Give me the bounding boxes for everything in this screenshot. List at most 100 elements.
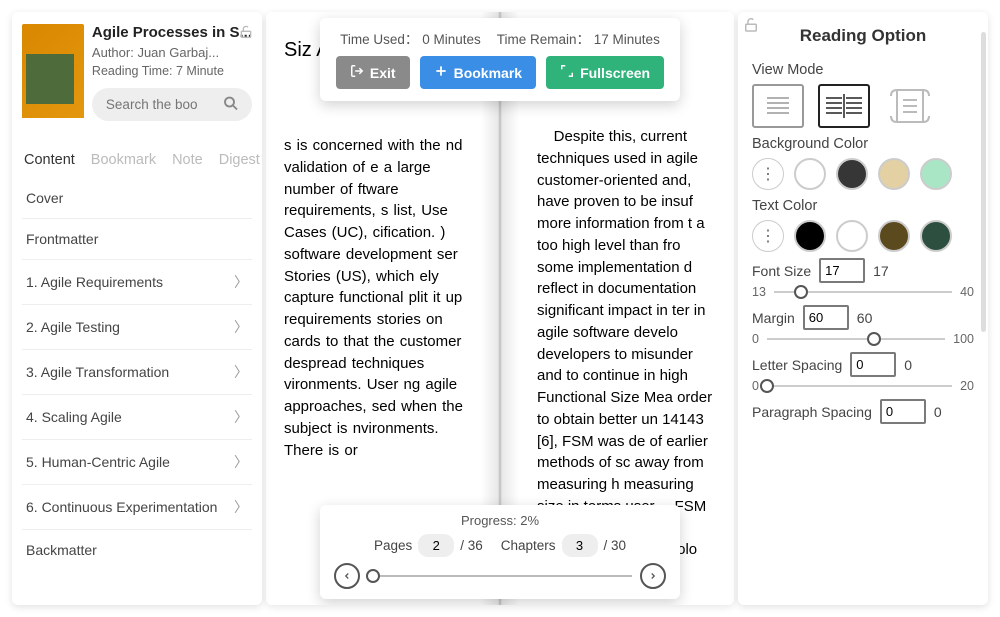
book-cover[interactable]: [22, 24, 84, 136]
unlock-icon[interactable]: [238, 24, 254, 45]
bookmark-button[interactable]: Bookmark: [420, 56, 536, 89]
chevron-right-icon: 〉: [234, 452, 248, 472]
font-size-row: Font Size 17: [752, 258, 974, 283]
exit-icon: [350, 64, 364, 81]
slider-thumb[interactable]: [794, 285, 808, 299]
toc-item[interactable]: Frontmatter: [22, 219, 252, 260]
toc-item[interactable]: 2. Agile Testing〉: [22, 305, 252, 350]
page-input[interactable]: [418, 534, 454, 557]
view-mode-double[interactable]: [818, 84, 870, 128]
app-root: Agile Processes in S... Author: Juan Gar…: [0, 0, 1000, 617]
prev-page-button[interactable]: [334, 563, 360, 589]
pages-total: / 36: [460, 538, 483, 553]
tab-digest[interactable]: Digest: [219, 152, 260, 168]
toc-label: 4. Scaling Agile: [26, 409, 122, 425]
time-used-label: Time Used：: [340, 32, 418, 47]
search-icon[interactable]: [222, 94, 240, 115]
bg-swatch-dark[interactable]: [836, 158, 868, 190]
toc-item[interactable]: Cover: [22, 178, 252, 219]
toc-item[interactable]: 1. Agile Requirements 〉: [22, 260, 252, 305]
toc-label: 1. Agile Requirements: [26, 274, 163, 290]
font-size-min: 13: [752, 285, 766, 299]
slider-thumb[interactable]: [867, 332, 881, 346]
toc-item[interactable]: Backmatter: [22, 530, 252, 570]
fullscreen-button[interactable]: Fullscreen: [546, 56, 664, 89]
toc-item[interactable]: 4. Scaling Agile 〉: [22, 395, 252, 440]
bg-swatch-mint[interactable]: [920, 158, 952, 190]
view-mode-row: [752, 84, 974, 128]
slider-thumb[interactable]: [366, 569, 380, 583]
bg-swatch-white[interactable]: [794, 158, 826, 190]
text-swatch-black[interactable]: [794, 220, 826, 252]
slider-thumb[interactable]: [760, 379, 774, 393]
font-size-slider[interactable]: [774, 291, 952, 293]
bg-color-label: Background Color: [752, 136, 974, 152]
letter-spacing-label: Letter Spacing: [752, 357, 842, 373]
scrollbar[interactable]: [981, 32, 986, 332]
view-mode-single[interactable]: [752, 84, 804, 128]
toc-item[interactable]: 5. Human-Centric Agile 〉: [22, 440, 252, 485]
margin-display: 60: [857, 310, 873, 326]
more-text-colors-button[interactable]: ⋮: [752, 220, 784, 252]
letter-spacing-slider[interactable]: [767, 385, 952, 387]
margin-row: Margin 60: [752, 305, 974, 330]
time-remain-value: 17 Minutes: [594, 32, 660, 47]
margin-max: 100: [953, 332, 974, 346]
font-size-label: Font Size: [752, 263, 811, 279]
tab-bookmark[interactable]: Bookmark: [91, 152, 156, 168]
fullscreen-label: Fullscreen: [580, 65, 650, 81]
sidebar: Agile Processes in S... Author: Juan Gar…: [12, 12, 262, 605]
text-swatch-brown[interactable]: [878, 220, 910, 252]
next-page-button[interactable]: [640, 563, 666, 589]
time-used-value: 0 Minutes: [422, 32, 481, 47]
book-header: Agile Processes in S... Author: Juan Gar…: [22, 24, 252, 136]
bg-swatch-sepia[interactable]: [878, 158, 910, 190]
paragraph-spacing-row: Paragraph Spacing 0: [752, 399, 974, 424]
tab-note[interactable]: Note: [172, 152, 203, 168]
more-colors-button[interactable]: ⋮: [752, 158, 784, 190]
letter-spacing-display: 0: [904, 357, 912, 373]
paragraph-spacing-label: Paragraph Spacing: [752, 404, 872, 420]
top-toolbar: Time Used： 0 Minutes Time Remain： 17 Min…: [320, 18, 680, 101]
text-color-label: Text Color: [752, 198, 974, 214]
time-remain-label: Time Remain：: [497, 32, 590, 47]
view-mode-scroll[interactable]: [884, 84, 936, 128]
letter-max: 20: [960, 379, 974, 393]
chapter-input[interactable]: [562, 534, 598, 557]
tab-content[interactable]: Content: [24, 152, 75, 168]
view-mode-label: View Mode: [752, 62, 974, 78]
options-title: Reading Option: [752, 26, 974, 46]
toc-item[interactable]: 3. Agile Transformation〉: [22, 350, 252, 395]
text-swatch-green[interactable]: [920, 220, 952, 252]
book-info: Agile Processes in S... Author: Juan Gar…: [92, 24, 252, 136]
text-swatch-white[interactable]: [836, 220, 868, 252]
margin-label: Margin: [752, 310, 795, 326]
book-title: Agile Processes in S...: [92, 24, 252, 41]
margin-slider[interactable]: [767, 338, 945, 340]
progress-text: Progress: 2%: [461, 513, 539, 528]
pages-label: Pages: [374, 538, 412, 553]
plus-icon: [434, 64, 448, 81]
toc-list: Cover Frontmatter 1. Agile Requirements 〉…: [22, 178, 252, 570]
unlock-icon[interactable]: [742, 16, 760, 39]
toc-label: Backmatter: [26, 542, 97, 558]
page-slider[interactable]: [368, 575, 632, 577]
letter-spacing-range: 0 20: [752, 379, 974, 393]
exit-button[interactable]: Exit: [336, 56, 410, 89]
sidebar-tabs: Content Bookmark Note Digest: [22, 152, 252, 168]
paragraph-spacing-input[interactable]: [880, 399, 926, 424]
bookmark-label: Bookmark: [454, 65, 522, 81]
letter-spacing-input[interactable]: [850, 352, 896, 377]
chevron-right-icon: 〉: [234, 272, 248, 292]
toc-label: 5. Human-Centric Agile: [26, 454, 170, 470]
toc-item[interactable]: 6. Continuous Experimentation〉: [22, 485, 252, 530]
text-swatches: ⋮: [752, 220, 974, 252]
font-size-display: 17: [873, 263, 889, 279]
search-box: [92, 88, 252, 121]
toolbar-buttons: Exit Bookmark Fullscreen: [336, 56, 664, 89]
page-slider-row: [334, 563, 666, 589]
chevron-right-icon: 〉: [234, 407, 248, 427]
chapters-label: Chapters: [501, 538, 556, 553]
margin-input[interactable]: [803, 305, 849, 330]
font-size-input[interactable]: [819, 258, 865, 283]
